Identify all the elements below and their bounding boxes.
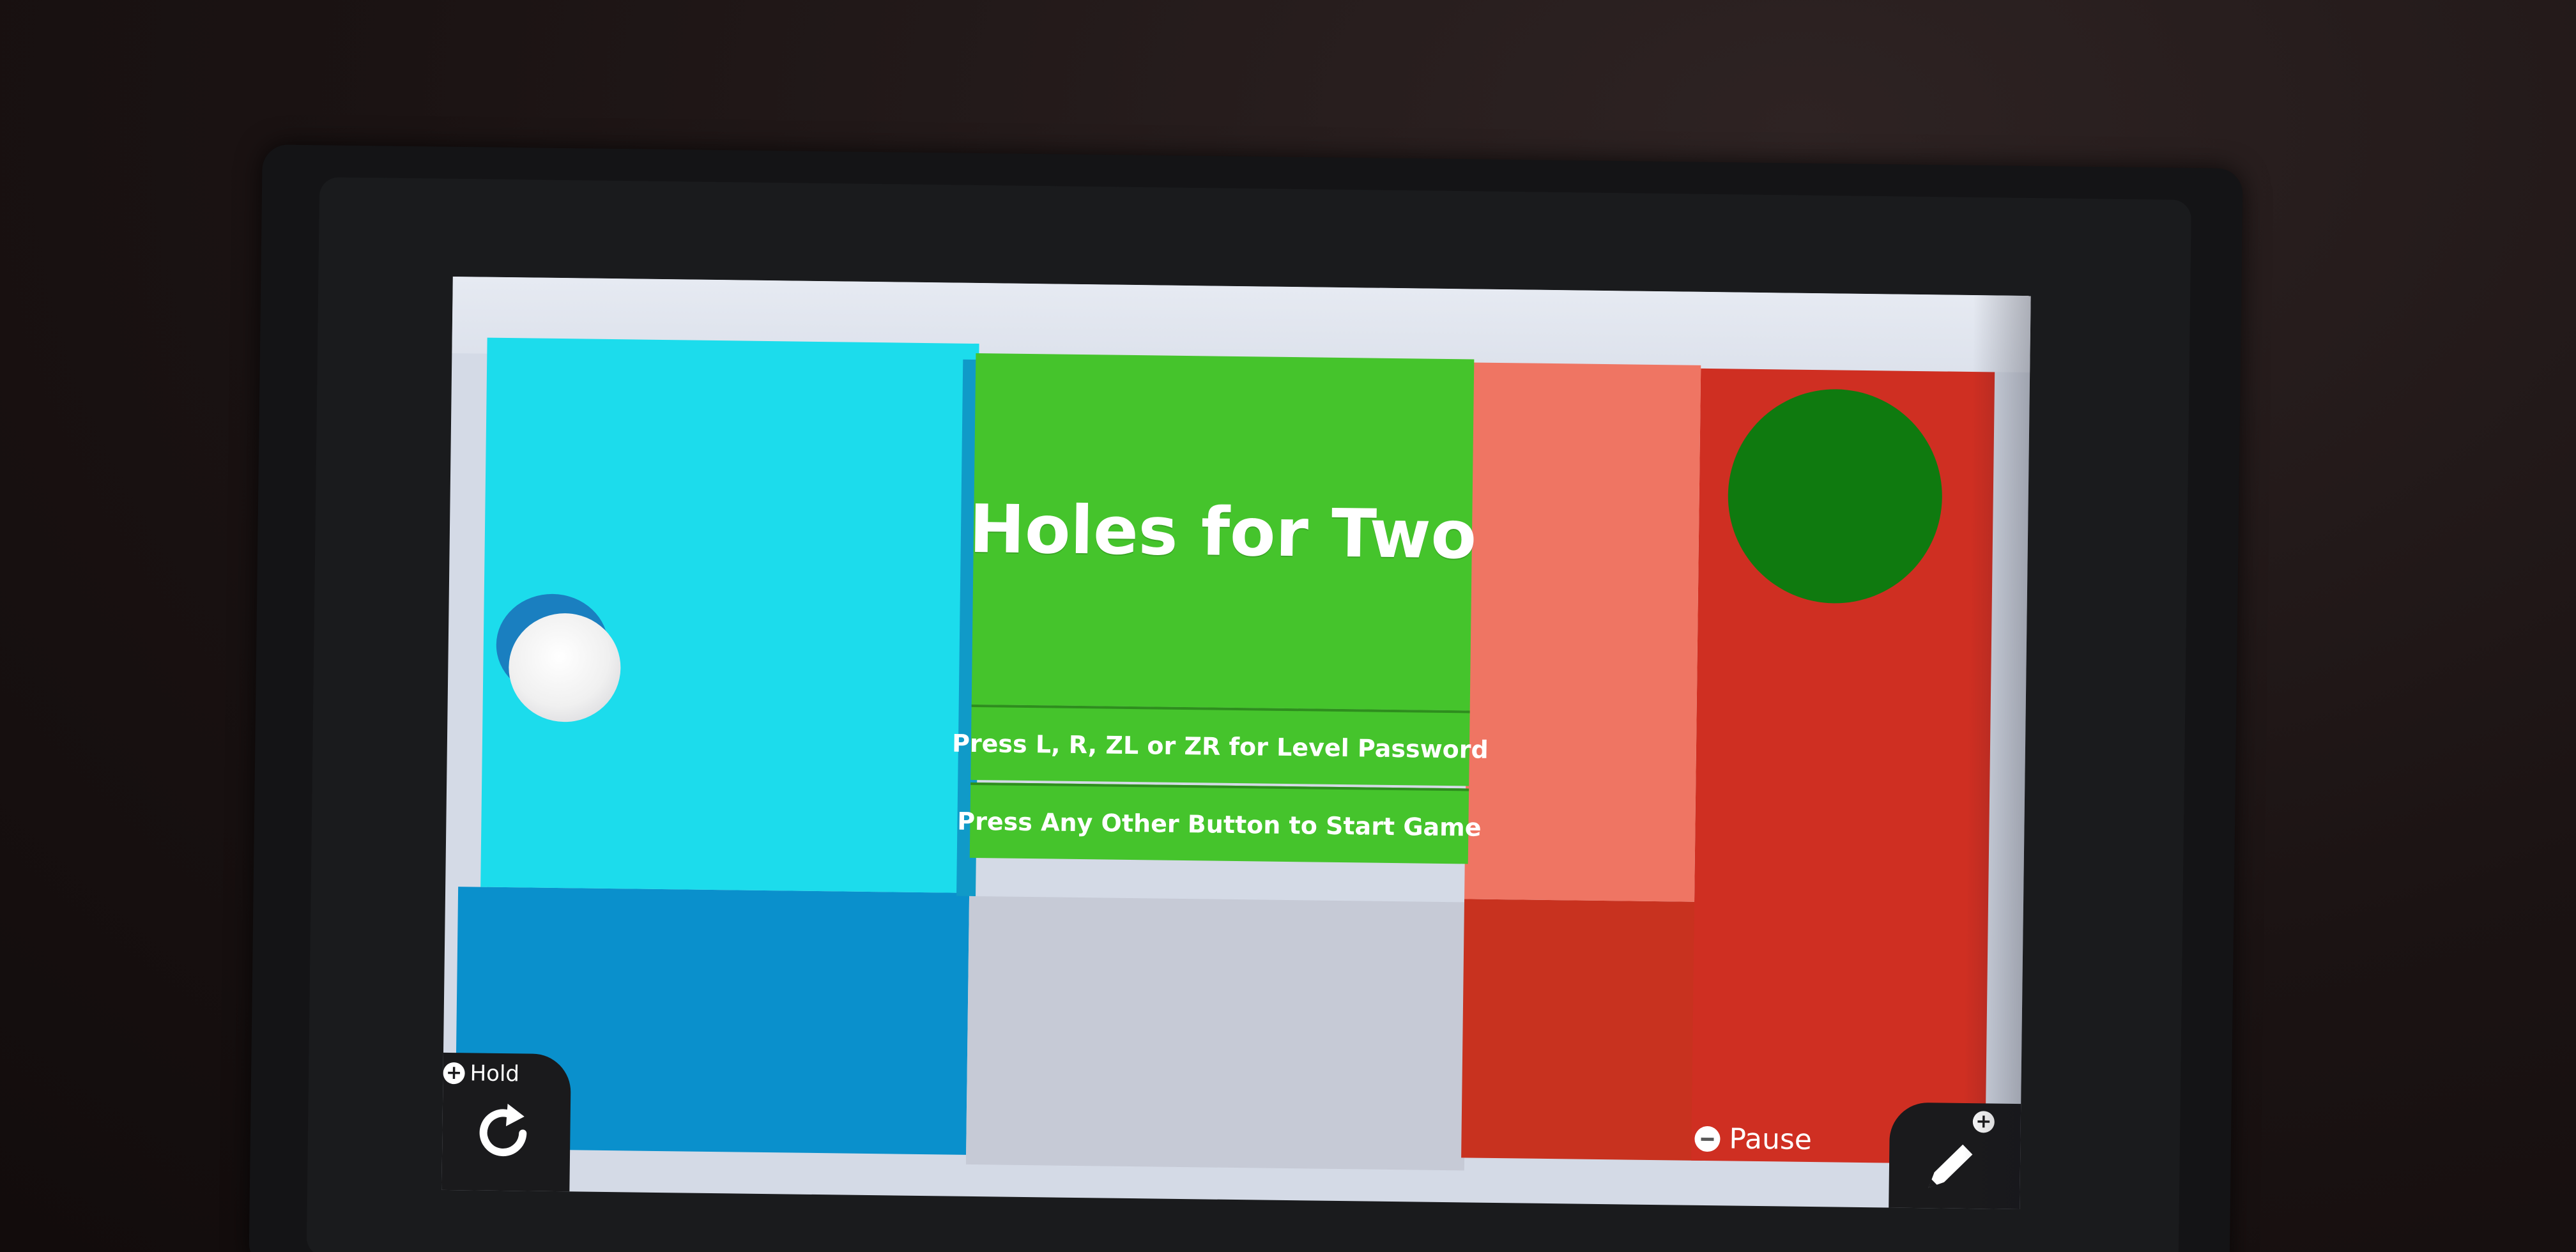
plus-button-icon: + (443, 1062, 465, 1085)
hold-label-group: + Hold (443, 1060, 519, 1087)
pause-control[interactable]: Pause (1694, 1122, 1812, 1156)
start-game-option[interactable]: Press Any Other Button to Start Game (957, 782, 1482, 864)
plus-button-icon: + (1972, 1110, 1995, 1133)
game-title: Holes for Two (969, 489, 1477, 574)
level-password-option[interactable]: Press L, R, ZL or ZR for Level Password (952, 704, 1489, 786)
pencil-icon (1928, 1144, 1973, 1188)
grey-floor-tile (965, 896, 1468, 1171)
hold-restart-button[interactable]: + Hold (441, 1052, 571, 1202)
level-password-label: Press L, R, ZL or ZR for Level Password (951, 729, 1489, 764)
restart-icon (479, 1103, 527, 1157)
salmon-floor-tile (1464, 362, 1701, 902)
hold-label: Hold (470, 1060, 520, 1087)
red-floor-lower (1461, 899, 1708, 1161)
pause-label: Pause (1729, 1122, 1813, 1157)
minus-button-icon (1694, 1126, 1721, 1152)
edit-button[interactable]: + (1889, 1102, 2031, 1210)
title-panel: Holes for Two (969, 353, 1477, 711)
game-screen: Holes for Two Press L, R, ZL or ZR for L… (441, 276, 2031, 1210)
photo-background: Holes for Two Press L, R, ZL or ZR for L… (0, 0, 2576, 1252)
start-game-label: Press Any Other Button to Start Game (957, 807, 1482, 842)
